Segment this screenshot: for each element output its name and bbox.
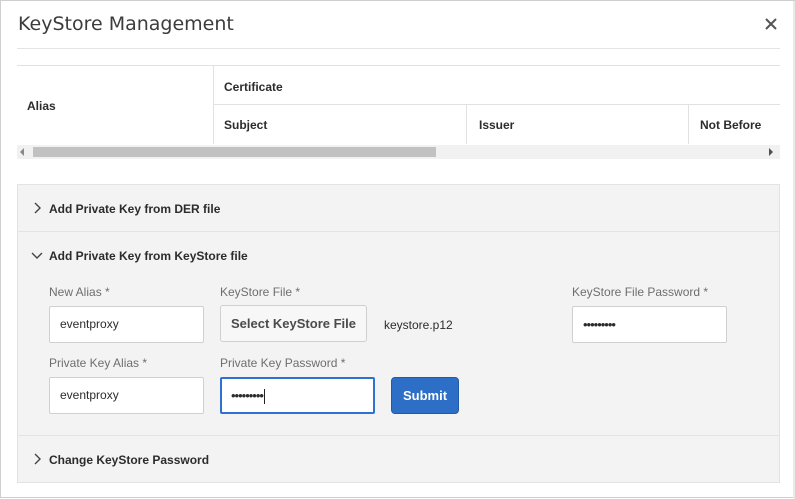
accordion-label: Add Private Key from DER file — [49, 202, 221, 216]
column-group-certificate: Certificate — [224, 80, 283, 94]
keystore-password-label: KeyStore File Password * — [572, 285, 709, 299]
chevron-right-icon — [34, 453, 41, 465]
selected-file-name: keystore.p12 — [384, 318, 453, 332]
column-header-alias[interactable]: Alias — [27, 99, 56, 113]
column-divider — [688, 104, 689, 144]
keystore-dialog: KeyStore Management Alias Certificate Su… — [0, 0, 795, 499]
accordion-label: Change KeyStore Password — [49, 453, 210, 467]
column-divider — [466, 104, 467, 144]
certificates-table: Alias Certificate Subject Issuer Not Bef… — [17, 65, 780, 161]
text-caret — [263, 389, 265, 405]
private-key-password-input[interactable]: ••••••••• — [220, 377, 375, 414]
new-alias-input[interactable]: eventproxy — [49, 306, 204, 343]
password-value: ••••••••• — [231, 388, 264, 403]
accordion-header-change-password[interactable]: Change KeyStore Password — [18, 436, 779, 482]
new-alias-label: New Alias * — [49, 285, 110, 299]
column-divider — [213, 66, 214, 144]
scrollbar-thumb[interactable] — [33, 147, 436, 157]
header-divider — [213, 104, 780, 105]
horizontal-scrollbar[interactable] — [17, 145, 780, 159]
scroll-right-icon[interactable] — [769, 148, 773, 156]
accordion-header-der[interactable]: Add Private Key from DER file — [18, 185, 779, 231]
title-divider — [17, 48, 780, 49]
accordion-header-keystore-file[interactable]: Add Private Key from KeyStore file — [18, 232, 779, 278]
close-button[interactable] — [761, 13, 781, 35]
submit-button[interactable]: Submit — [391, 377, 459, 414]
column-header-subject[interactable]: Subject — [224, 118, 267, 132]
column-header-issuer[interactable]: Issuer — [479, 118, 514, 132]
private-key-password-label: Private Key Password * — [220, 356, 346, 370]
close-icon[interactable] — [761, 13, 781, 35]
chevron-right-icon — [34, 202, 41, 214]
keystore-password-input[interactable]: ••••••••• — [572, 306, 727, 343]
select-keystore-file-button[interactable]: Select KeyStore File — [220, 305, 367, 342]
keystore-accordion: Add Private Key from DER file Add Privat… — [17, 184, 780, 483]
keystore-file-label: KeyStore File * — [220, 285, 301, 299]
private-key-alias-label: Private Key Alias * — [49, 356, 148, 370]
column-header-not-before[interactable]: Not Before — [700, 118, 761, 132]
private-key-alias-input[interactable]: eventproxy — [49, 377, 204, 414]
accordion-label: Add Private Key from KeyStore file — [49, 249, 248, 263]
dialog-title: KeyStore Management — [18, 13, 234, 35]
chevron-down-icon — [31, 252, 43, 259]
scroll-left-icon[interactable] — [20, 148, 24, 156]
